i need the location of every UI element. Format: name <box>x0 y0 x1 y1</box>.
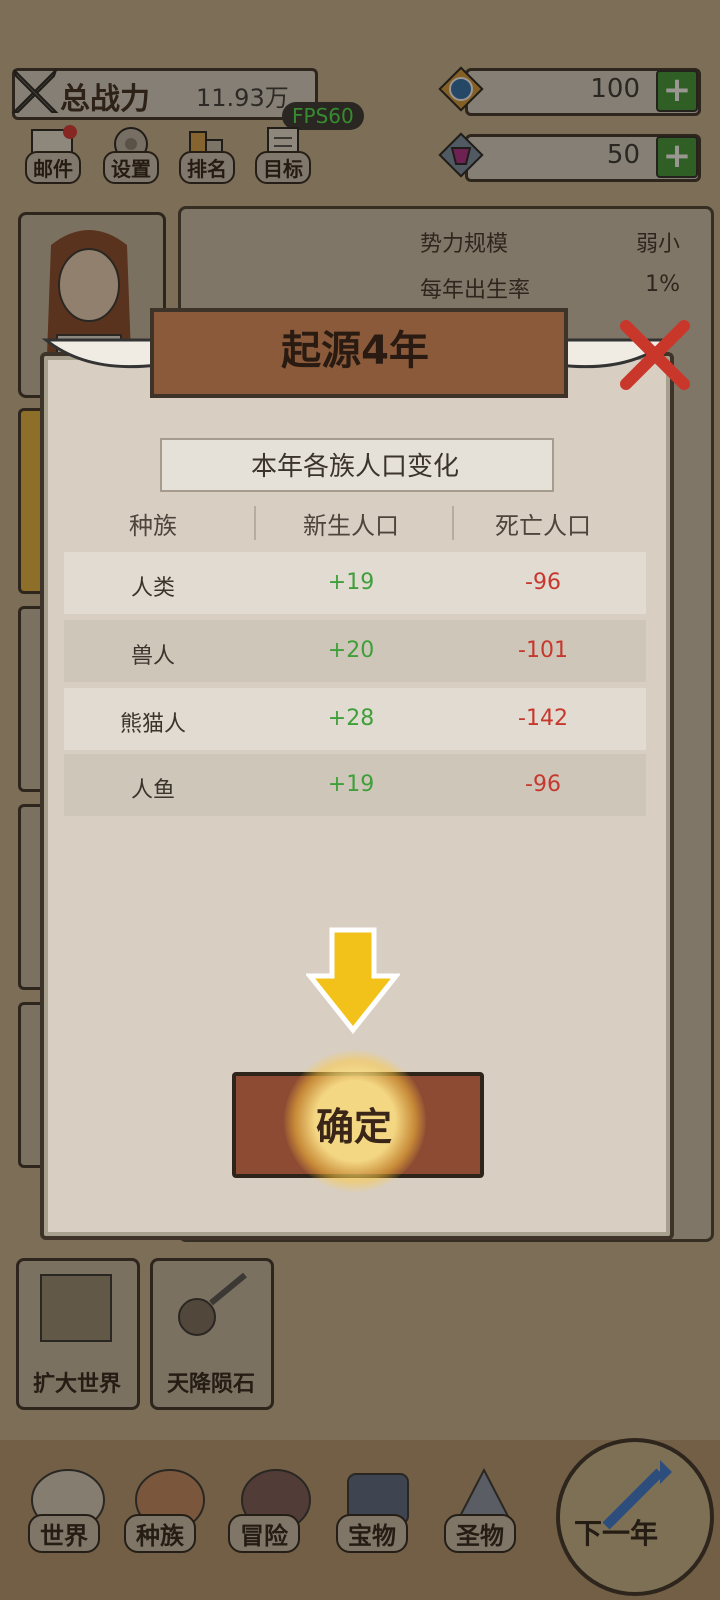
close-icon[interactable] <box>612 312 698 398</box>
confirm-label: 确定 <box>315 1105 392 1149</box>
born-cell: +19 <box>327 570 375 595</box>
dead-cell: -96 <box>525 570 561 595</box>
down-arrow-icon <box>306 927 400 1034</box>
dialog-subtitle: 本年各族人口变化 <box>250 452 459 482</box>
header-race: 种族 <box>129 512 177 540</box>
header-divider <box>452 506 454 540</box>
born-cell: +19 <box>327 772 375 797</box>
header-divider <box>254 506 256 540</box>
dead-cell: -101 <box>518 638 568 663</box>
race-cell: 人类 <box>130 576 175 601</box>
dead-cell: -96 <box>525 772 561 797</box>
dialog-title: 起源4年 <box>281 328 429 374</box>
born-cell: +28 <box>327 706 375 731</box>
header-born: 新生人口 <box>303 512 399 540</box>
born-cell: +20 <box>327 638 375 663</box>
race-cell: 人鱼 <box>130 778 175 803</box>
header-dead: 死亡人口 <box>495 512 591 540</box>
dead-cell: -142 <box>518 706 568 731</box>
race-cell: 兽人 <box>130 644 175 669</box>
race-cell: 熊猫人 <box>119 712 186 737</box>
